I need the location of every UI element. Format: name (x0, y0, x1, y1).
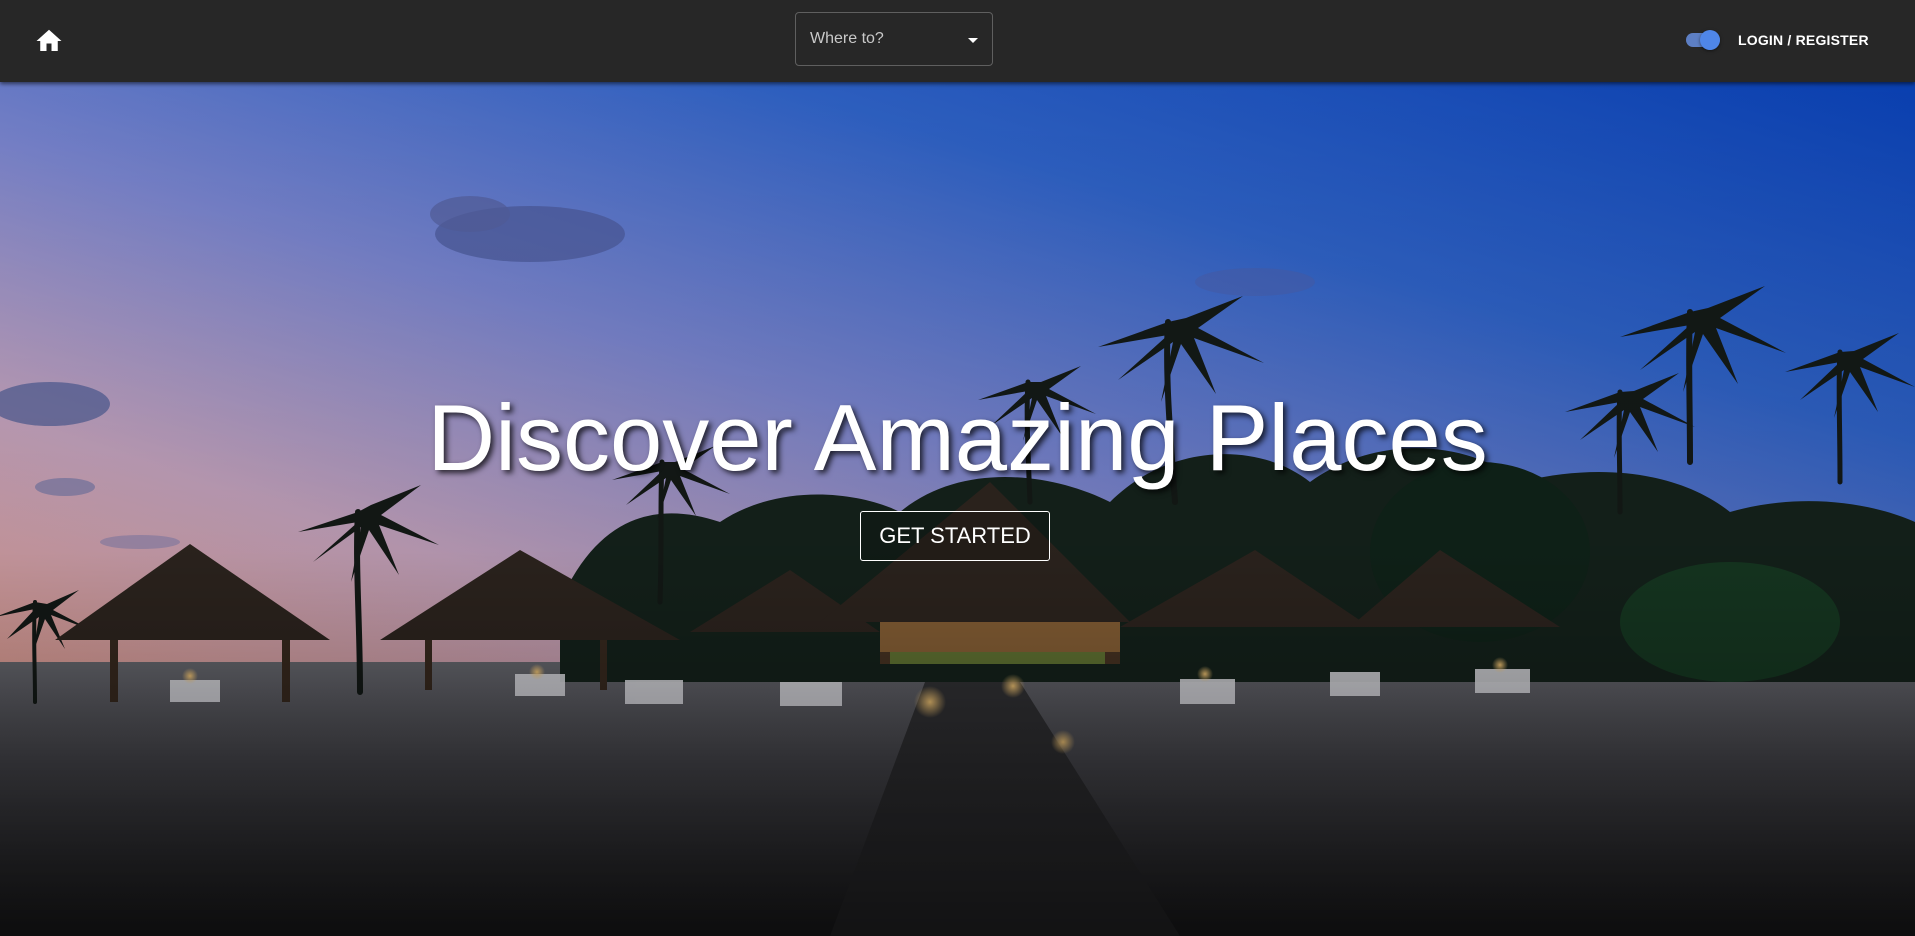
caret-down-icon (968, 38, 978, 43)
hero-background-image (0, 82, 1915, 936)
login-register-button[interactable]: LOGIN / REGISTER (1732, 22, 1875, 58)
destination-select[interactable]: Where to? (795, 12, 993, 66)
home-icon (36, 29, 62, 51)
destination-placeholder: Where to? (810, 30, 884, 47)
get-started-button[interactable]: GET STARTED (860, 511, 1050, 561)
top-nav-bar: Where to? LOGIN / REGISTER (0, 0, 1915, 82)
hero-section: Discover Amazing Places GET STARTED (0, 82, 1915, 936)
hero-title: Discover Amazing Places (427, 385, 1488, 490)
home-button[interactable] (22, 18, 76, 64)
toggle-thumb (1700, 30, 1720, 50)
landing-page: Where to? LOGIN / REGISTER Discover Amaz… (0, 0, 1915, 936)
theme-toggle-switch[interactable] (1683, 28, 1723, 52)
